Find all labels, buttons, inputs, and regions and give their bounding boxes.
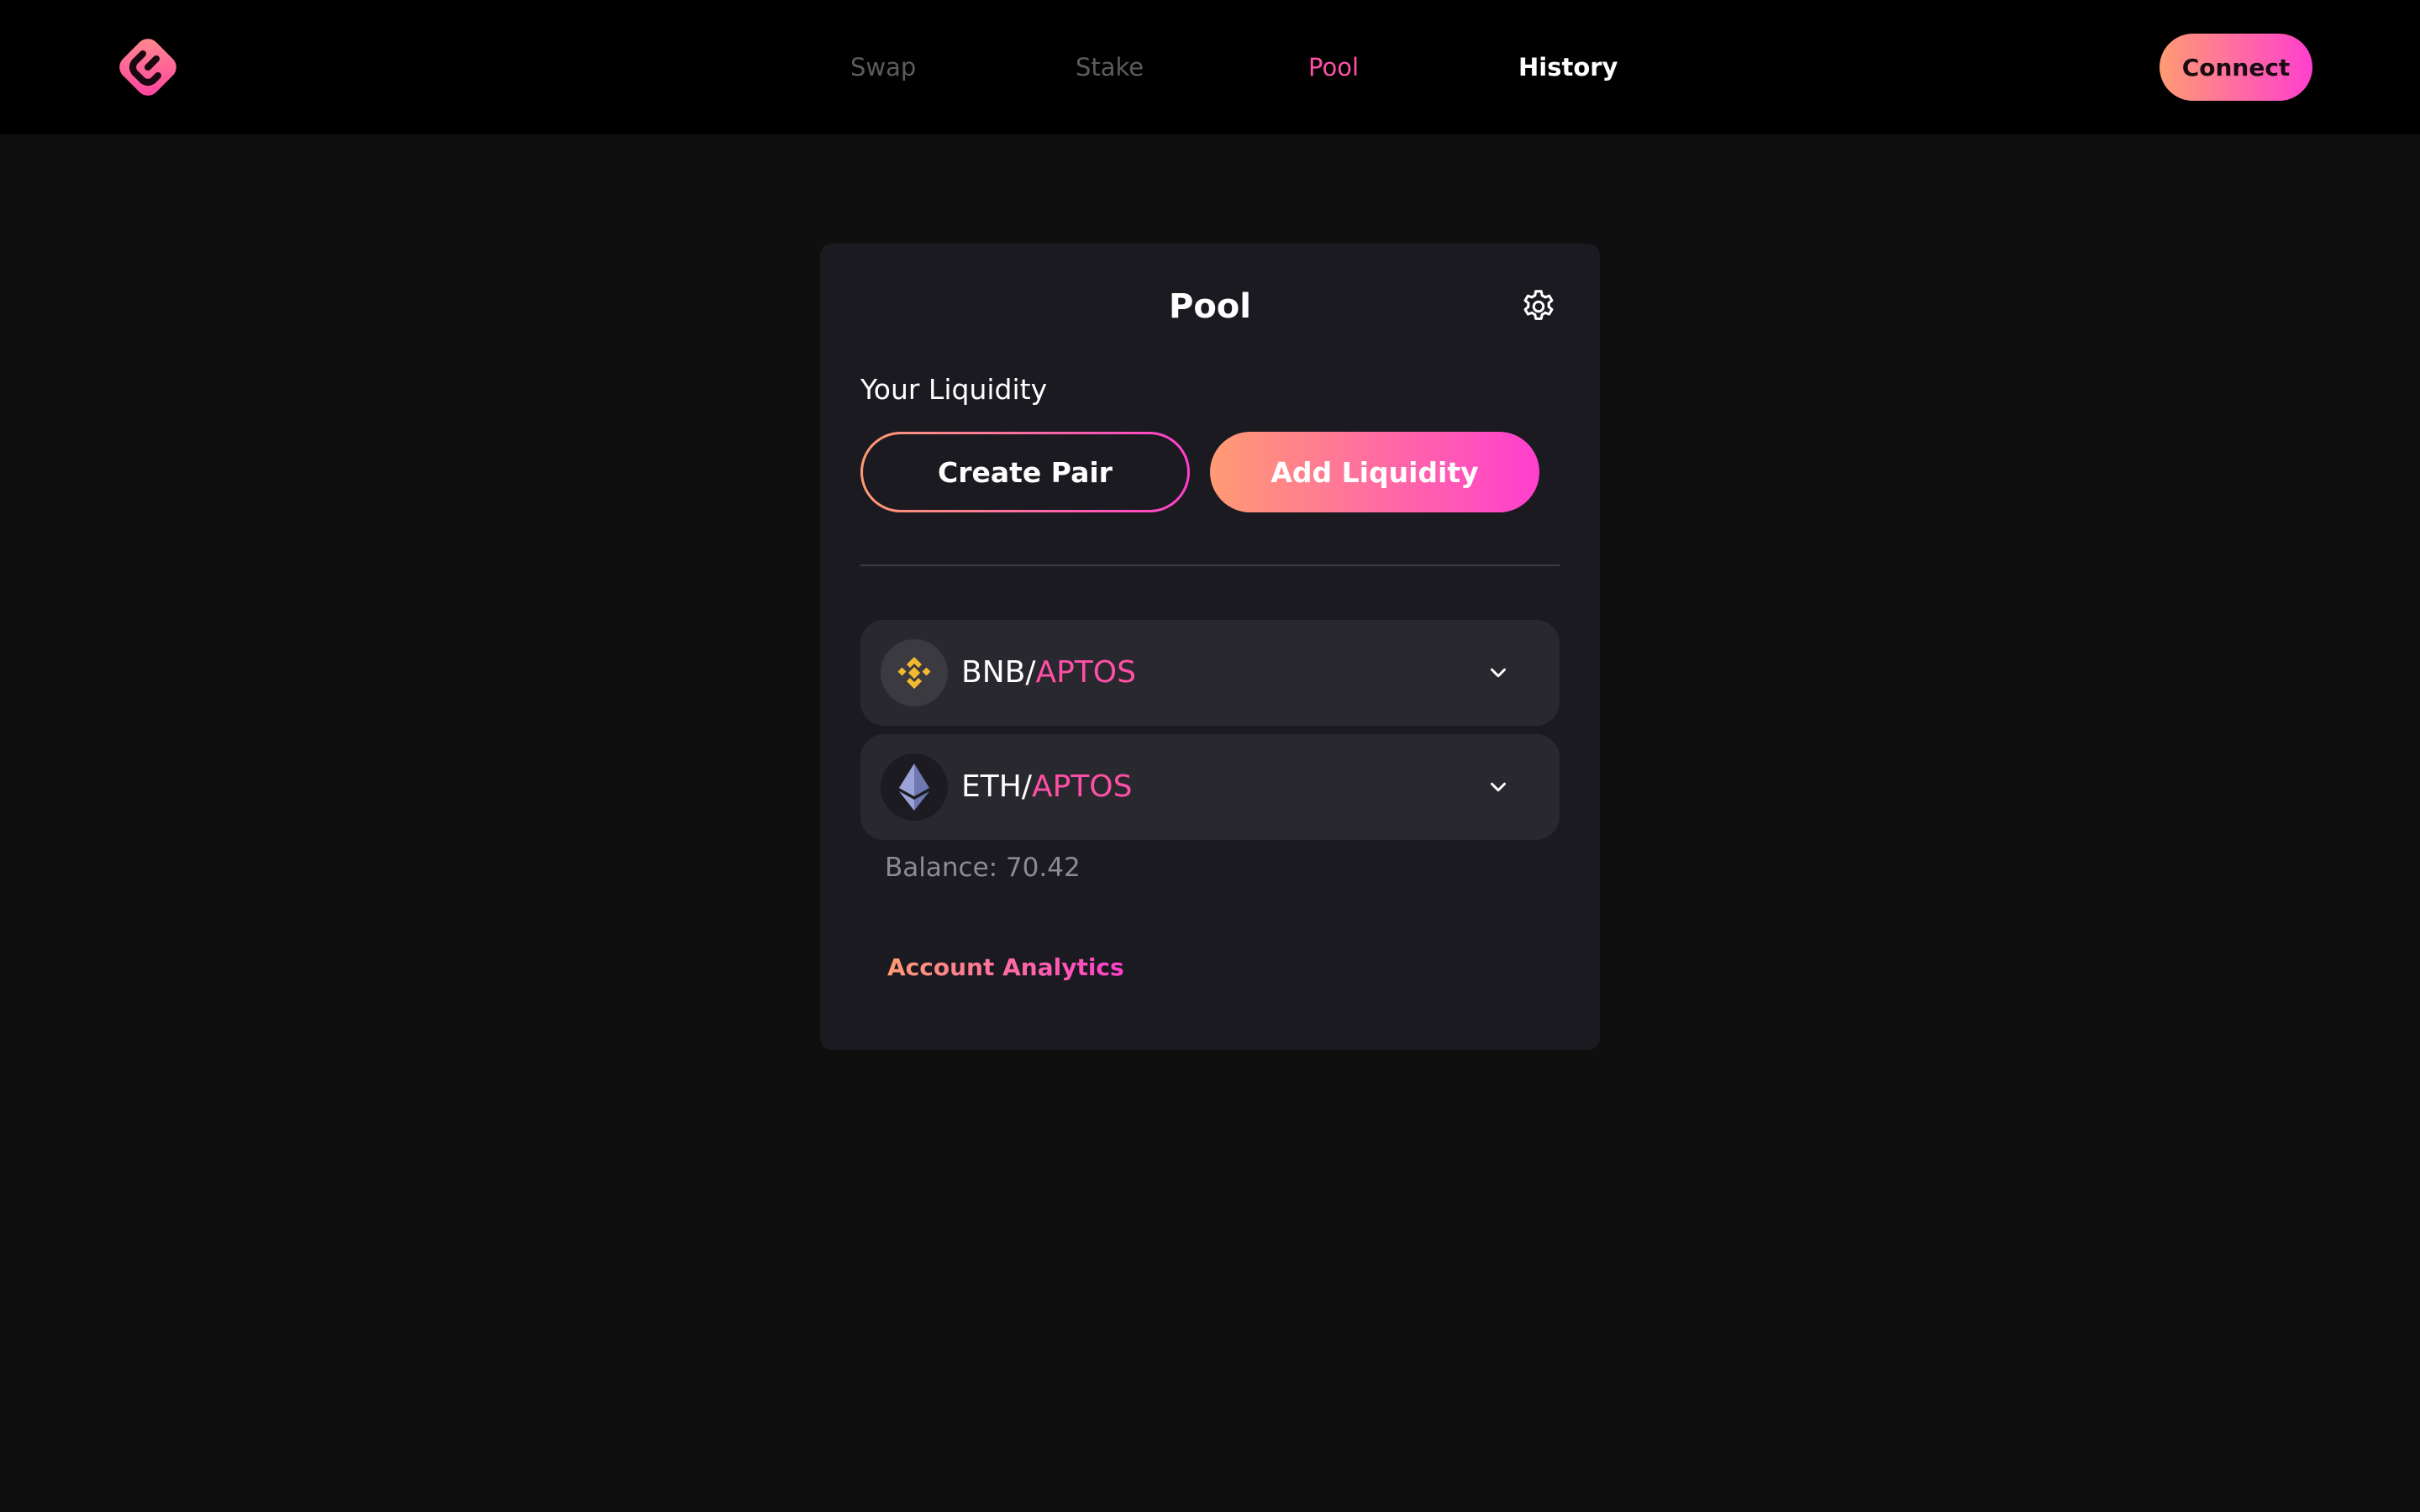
add-liquidity-button[interactable]: Add Liquidity — [1210, 432, 1539, 512]
gear-icon[interactable] — [1519, 287, 1558, 326]
nav-pool[interactable]: Pool — [1308, 50, 1359, 84]
pair-separator: / — [1025, 655, 1036, 690]
pair-base-token: BNB — [961, 655, 1026, 690]
pair-row-bnb-aptos[interactable]: BNB/APTOS — [860, 620, 1560, 726]
nav-swap[interactable]: Swap — [850, 50, 916, 84]
pair-separator: / — [1021, 769, 1032, 804]
pool-card: Pool Your Liquidity Create Pair Add Liqu… — [820, 244, 1600, 1050]
top-navigation-bar: Swap Stake Pool History Connect — [0, 0, 2420, 134]
nav-stake[interactable]: Stake — [1076, 50, 1144, 84]
pair-base-token: ETH — [961, 769, 1022, 804]
chevron-down-icon[interactable] — [1486, 774, 1511, 800]
pair-quote-token: APTOS — [1035, 655, 1136, 690]
create-pair-label: Create Pair — [863, 434, 1187, 510]
create-pair-button[interactable]: Create Pair — [860, 432, 1190, 512]
chevron-down-icon[interactable] — [1486, 660, 1511, 685]
account-analytics-link[interactable]: Account Analytics — [887, 951, 1124, 984]
nav-history[interactable]: History — [1518, 50, 1618, 84]
pair-row-eth-aptos[interactable]: ETH/APTOS — [860, 734, 1560, 840]
pair-quote-token: APTOS — [1031, 769, 1133, 804]
pair-name: BNB/APTOS — [961, 652, 1136, 694]
card-title: Pool — [1169, 287, 1251, 326]
divider — [860, 564, 1560, 566]
eth-token-icon — [881, 753, 948, 821]
pair-name: ETH/APTOS — [961, 766, 1132, 808]
your-liquidity-label: Your Liquidity — [860, 373, 1048, 406]
balance-text: Balance: 70.42 — [885, 853, 1081, 883]
connect-wallet-button[interactable]: Connect — [2160, 34, 2312, 101]
brand-logo-icon[interactable] — [109, 29, 187, 106]
bnb-token-icon — [881, 639, 948, 706]
